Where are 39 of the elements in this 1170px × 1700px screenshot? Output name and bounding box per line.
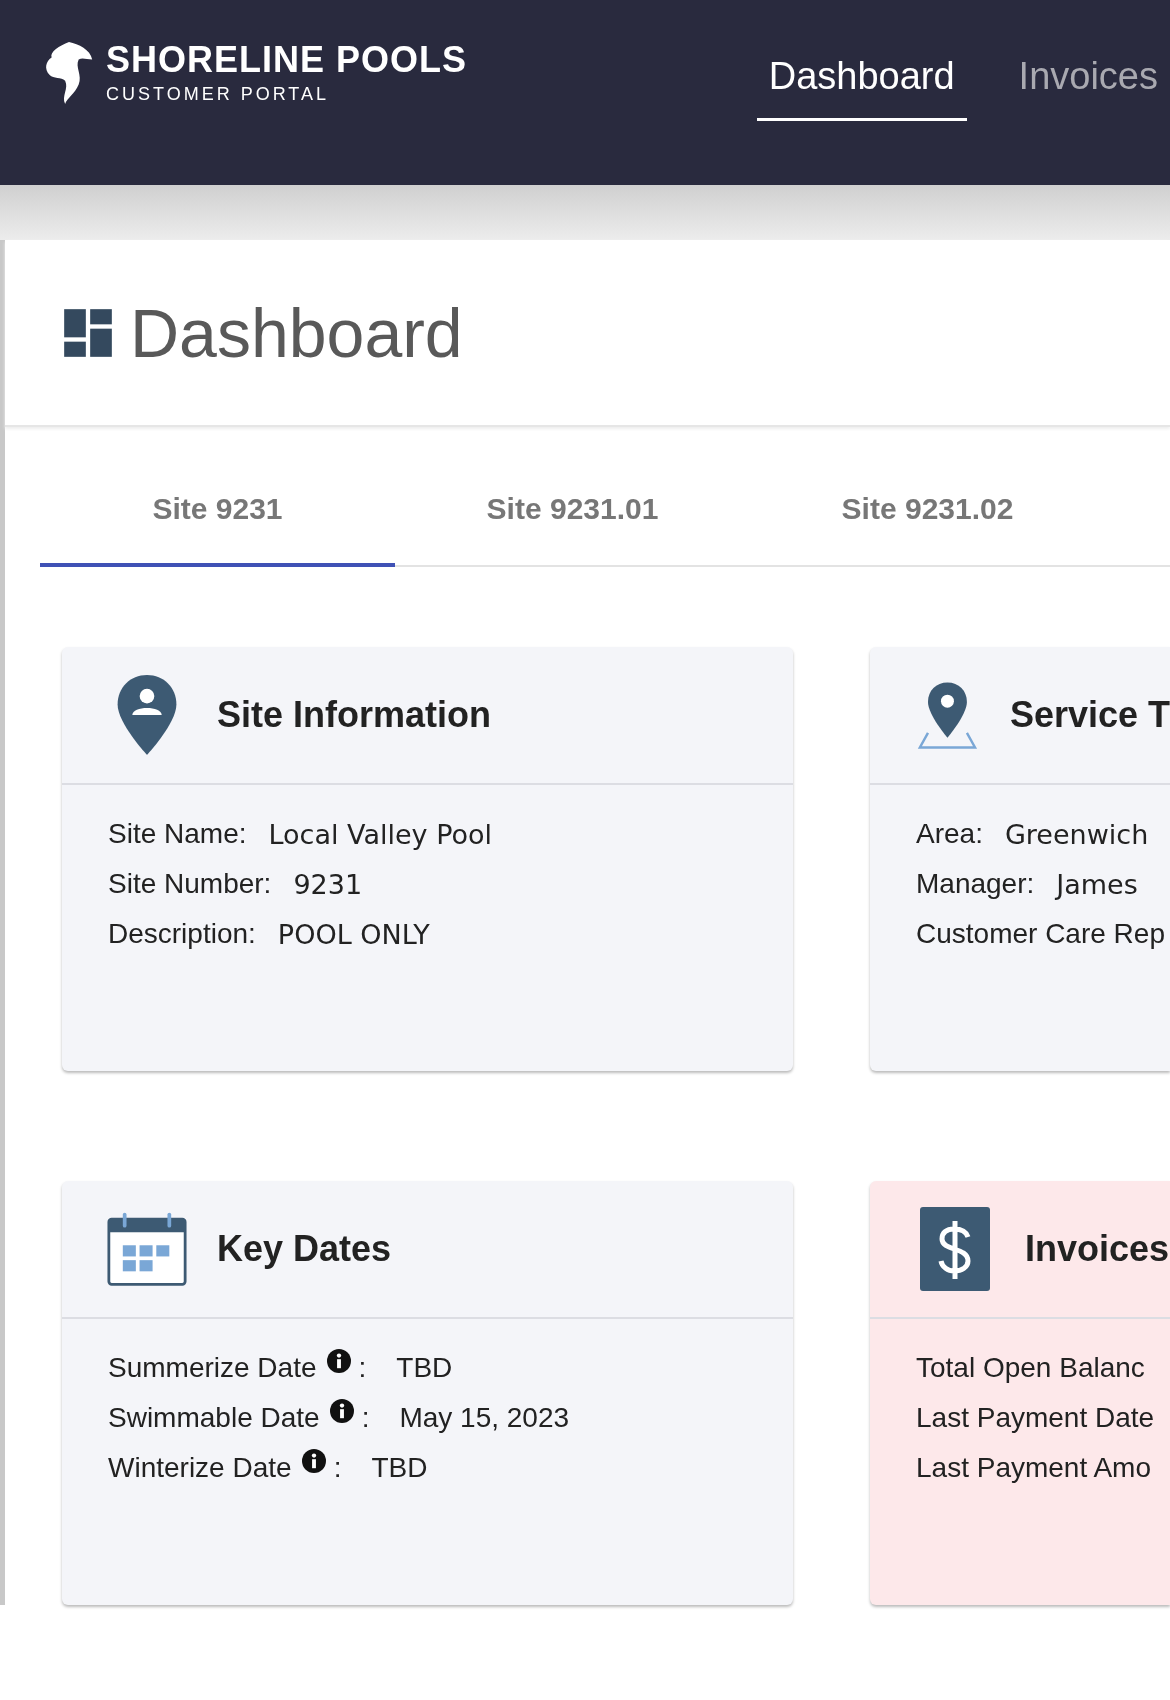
field-value: Local Valley Pool <box>268 818 492 850</box>
dashboard-icon <box>62 306 114 359</box>
field-label: Area: <box>916 818 983 850</box>
card-title: Site Information <box>217 694 491 736</box>
nav-link[interactable]: Invoices <box>1006 50 1170 121</box>
card-title: Invoices <box>1025 1228 1170 1270</box>
field-label: Last Payment Date <box>916 1402 1155 1434</box>
brand-name: SHORELINE POOLS <box>106 39 468 80</box>
field-label: Total Open Balanc <box>916 1352 1145 1384</box>
field-label: Swimmable Date <box>108 1402 320 1434</box>
field-label: Winterize Date <box>108 1452 292 1484</box>
field-label: Site Name: <box>108 818 247 850</box>
site-tab[interactable]: Site 9231.02 <box>750 455 1105 567</box>
field-value: 9231 <box>293 868 363 900</box>
field-label: Customer Care Rep <box>916 918 1165 950</box>
info-icon[interactable] <box>326 1349 351 1373</box>
info-icon[interactable] <box>329 1399 354 1423</box>
brand-subtitle: CUSTOMER PORTAL <box>106 83 331 105</box>
field-label: Summerize Date <box>108 1352 317 1384</box>
field-value: May 15, 2023 <box>399 1402 570 1434</box>
site-tab[interactable]: Site 9231.01 <box>395 455 750 567</box>
field-value: TBD <box>371 1452 428 1484</box>
info-icon[interactable] <box>301 1449 326 1473</box>
colon: : <box>333 1452 342 1484</box>
site-tab[interactable]: Site 9231 <box>40 455 395 567</box>
field-value: POOL ONLY <box>277 918 430 950</box>
field-label: Site Number: <box>108 868 272 900</box>
field-value: TBD <box>396 1352 453 1384</box>
field-value: Greenwich <box>1004 818 1149 850</box>
card-title: Key Dates <box>217 1228 392 1270</box>
card-title: Service T <box>1009 694 1170 736</box>
page-title: Dashboard <box>130 293 463 372</box>
nav-link[interactable]: Dashboard <box>756 50 967 121</box>
field-label: Description: <box>108 918 256 950</box>
field-label: Last Payment Amo <box>916 1452 1151 1484</box>
field-label: Manager: <box>916 868 1035 900</box>
field-value: James <box>1056 868 1138 900</box>
colon: : <box>361 1402 370 1434</box>
colon: : <box>358 1352 367 1384</box>
